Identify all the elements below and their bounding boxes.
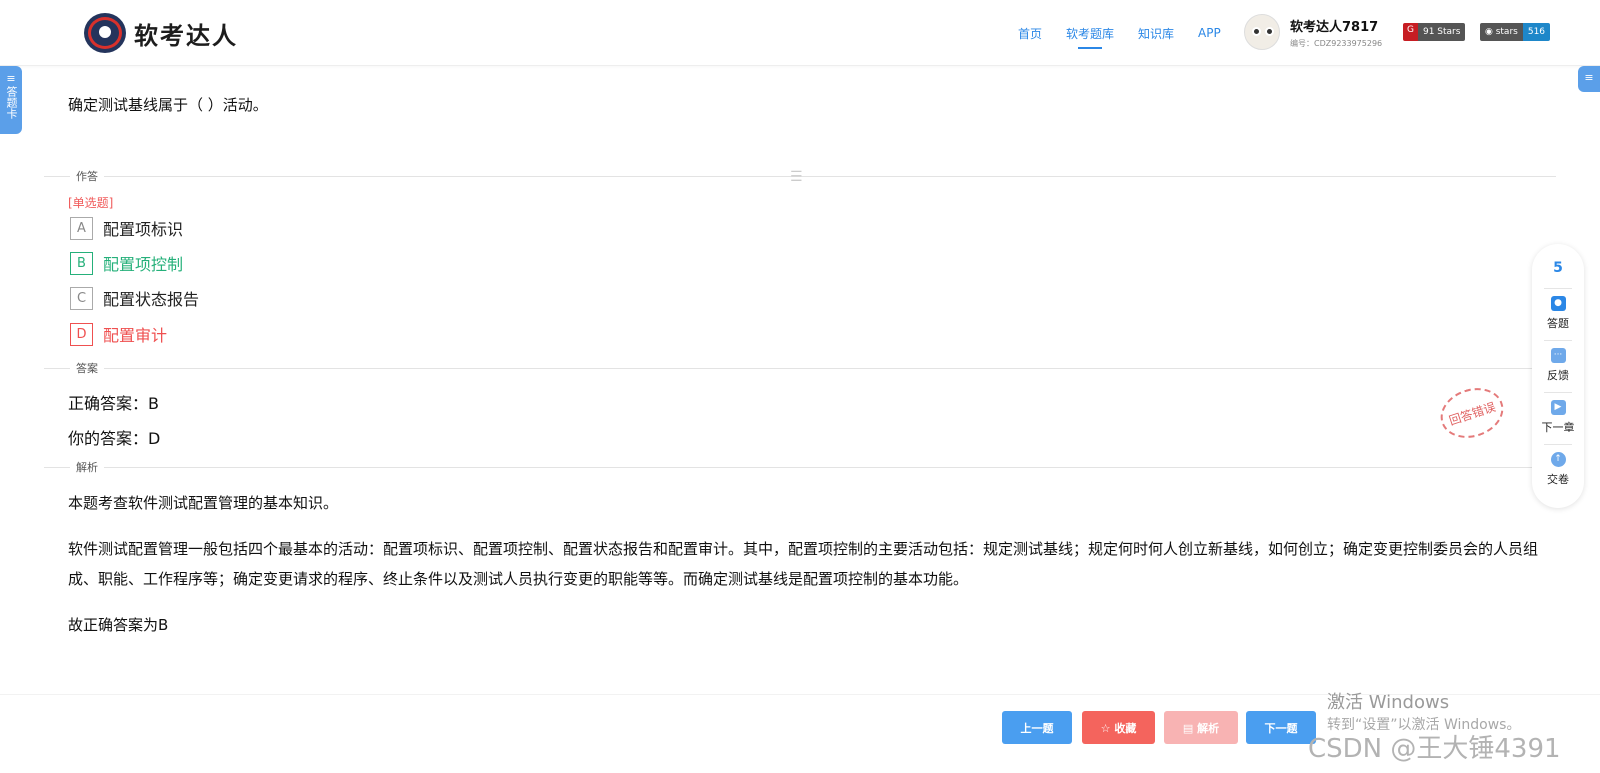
- correct-answer: 正确答案：B: [68, 394, 159, 413]
- answer-icon: ●: [1550, 296, 1566, 311]
- csdn-watermark: CSDN @王大锤4391: [1308, 734, 1561, 764]
- option-text: 配置状态报告: [103, 290, 200, 309]
- upload-icon: ↑: [1550, 452, 1566, 467]
- option-b[interactable]: B 配置项控制: [70, 251, 183, 275]
- drag-handle-icon[interactable]: ☰: [790, 169, 808, 185]
- user-profile[interactable]: 软考达人7817 编号：CDZ9233975296: [1244, 14, 1382, 50]
- option-text: 配置审计: [103, 326, 168, 345]
- option-key: B: [70, 251, 93, 275]
- option-key: D: [70, 322, 93, 346]
- section-label-answer: 作答: [70, 168, 104, 184]
- question-count: 5: [1553, 260, 1563, 276]
- nav-knowledge-base[interactable]: 知识库: [1138, 25, 1174, 42]
- nav-app[interactable]: APP: [1198, 26, 1221, 40]
- nav-question-bank[interactable]: 软考题库: [1066, 25, 1114, 49]
- option-a[interactable]: A 配置项标识: [70, 216, 183, 240]
- github-stars-badge[interactable]: ◉ stars 516: [1480, 23, 1551, 41]
- user-id: 编号：CDZ9233975296: [1290, 38, 1383, 48]
- wrong-answer-stamp: 回答错误: [1434, 380, 1510, 446]
- question-content: 确定测试基线属于（ ）活动。 作答 ☰ [单选题] A 配置项标识 B 配置项控…: [0, 66, 1600, 676]
- chat-icon: ···: [1550, 348, 1566, 363]
- gitee-icon: G: [1403, 23, 1418, 41]
- question-type: [单选题]: [68, 196, 114, 210]
- github-icon: ◉ stars: [1480, 23, 1523, 41]
- next-question-button[interactable]: 下一题: [1246, 711, 1316, 744]
- option-key: A: [70, 216, 93, 240]
- answer-button[interactable]: ● 答题: [1532, 296, 1584, 331]
- option-key: C: [70, 286, 93, 310]
- analysis-paragraph: 本题考查软件测试配置管理的基本知识。: [68, 494, 339, 512]
- next-chapter-button[interactable]: ▶ 下一章: [1532, 400, 1584, 435]
- avatar[interactable]: [1244, 14, 1280, 50]
- analysis-paragraph: 软件测试配置管理一般包括四个最基本的活动：配置项标识、配置项控制、配置状态报告和…: [68, 540, 1539, 588]
- gitee-stars-badge[interactable]: G 91 Stars: [1403, 23, 1466, 41]
- windows-activation-title: 激活 Windows: [1327, 692, 1450, 713]
- question-text: 确定测试基线属于（ ）活动。: [68, 96, 268, 114]
- section-label-key: 答案: [70, 360, 104, 376]
- user-name: 软考达人7817: [1290, 19, 1379, 35]
- divider: [44, 368, 1556, 369]
- prev-question-button[interactable]: 上一题: [1002, 711, 1072, 744]
- skip-next-icon: ▶: [1550, 400, 1566, 415]
- option-c[interactable]: C 配置状态报告: [70, 286, 199, 310]
- main-nav: 首页 软考题库 知识库 APP: [1018, 0, 1245, 66]
- top-header: 软考达人 首页 软考题库 知识库 APP 软考达人7817 编号：CDZ9233…: [0, 0, 1600, 66]
- analysis-button[interactable]: ▤ 解析: [1164, 711, 1238, 744]
- site-logo[interactable]: 软考达人: [84, 13, 238, 53]
- logo-icon: [84, 13, 126, 53]
- option-text: 配置项控制: [103, 255, 184, 274]
- logo-text: 软考达人: [134, 21, 238, 50]
- section-label-analysis: 解析: [70, 459, 104, 475]
- favorite-button[interactable]: ☆ 收藏: [1082, 711, 1155, 744]
- your-answer: 你的答案：D: [68, 429, 161, 448]
- option-d[interactable]: D 配置审计: [70, 322, 167, 346]
- feedback-button[interactable]: ··· 反馈: [1532, 348, 1584, 383]
- analysis-paragraph: 故正确答案为B: [68, 616, 169, 634]
- option-text: 配置项标识: [103, 220, 184, 239]
- floating-toolbar: 5 ● 答题 ··· 反馈 ▶ 下一章 ↑ 交卷: [1532, 244, 1584, 508]
- divider: [44, 467, 1556, 468]
- submit-exam-button[interactable]: ↑ 交卷: [1532, 452, 1584, 487]
- nav-home[interactable]: 首页: [1018, 25, 1042, 42]
